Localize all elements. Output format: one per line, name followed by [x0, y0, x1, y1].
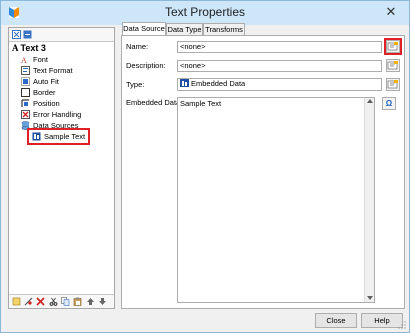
- tree-item-border[interactable]: Border: [21, 87, 56, 98]
- embedded-data-icon: [180, 79, 189, 87]
- expand-all-icon[interactable]: [12, 30, 21, 39]
- window-title: Text Properties: [164, 5, 246, 19]
- tree-item-label: Auto Fit: [33, 77, 59, 86]
- type-configure-icon: [387, 80, 398, 89]
- tree-item-data-sources[interactable]: Data Sources: [21, 120, 78, 131]
- move-down-icon[interactable]: [98, 297, 107, 306]
- embedded-data-label: Embedded Data:: [126, 98, 183, 107]
- embedded-data-textarea[interactable]: Sample Text: [177, 97, 375, 303]
- type-select[interactable]: Embedded Data: [177, 78, 382, 91]
- position-icon: [21, 99, 29, 107]
- embedded-data-text: Sample Text: [180, 99, 222, 108]
- name-browse-button[interactable]: [384, 38, 402, 55]
- delete-icon[interactable]: [36, 297, 45, 306]
- tree-item-label: Sample Text: [44, 132, 86, 141]
- text-properties-dialog: Text Properties ✕ A Text 3 A Font Text For…: [0, 0, 410, 333]
- property-tree-panel: A Text 3 A Font Text Format Auto Fit Borde…: [8, 27, 115, 309]
- options-icon[interactable]: [24, 297, 33, 306]
- cut-icon[interactable]: [49, 297, 58, 306]
- data-source-item-icon: [32, 132, 41, 141]
- insert-special-character-button[interactable]: Ω: [382, 97, 396, 110]
- tab-transforms[interactable]: Transforms: [203, 23, 245, 35]
- data-sources-icon: [21, 121, 30, 130]
- border-icon: [21, 88, 30, 97]
- description-edit-button[interactable]: [386, 59, 400, 72]
- tree-item-label: Error Handling: [33, 110, 82, 119]
- description-edit-icon: [387, 61, 398, 70]
- data-source-tab-page: Name: <none> Description: <none> Type: E…: [121, 35, 405, 309]
- tree-item-position[interactable]: Position: [21, 98, 60, 109]
- window-close-button[interactable]: ✕: [378, 3, 404, 21]
- type-configure-button[interactable]: [386, 78, 400, 91]
- tree-toolbar: [9, 28, 114, 42]
- scroll-up-icon[interactable]: [367, 99, 373, 103]
- tree-item-label: Border: [33, 88, 56, 97]
- embedded-data-scrollbar[interactable]: [364, 98, 374, 302]
- tree-item-label: Position: [33, 99, 60, 108]
- tree-item-label: Font: [33, 55, 49, 64]
- copy-icon[interactable]: [61, 297, 70, 306]
- paste-icon[interactable]: [73, 297, 82, 306]
- name-label: Name:: [126, 42, 149, 51]
- tree-item-sample-text[interactable]: Sample Text: [26, 128, 91, 145]
- tree-item-text-format[interactable]: Text Format: [21, 65, 73, 76]
- resize-grip-icon[interactable]: [398, 321, 406, 329]
- tree-item-error-handling[interactable]: Error Handling: [21, 109, 81, 120]
- tab-data-type[interactable]: Data Type: [166, 23, 203, 35]
- tree-root-text3[interactable]: A Text 3: [12, 43, 46, 54]
- type-label: Type:: [126, 80, 145, 89]
- tree-item-font[interactable]: A Font: [21, 54, 48, 65]
- tree-item-label: Text Format: [33, 66, 73, 75]
- scroll-down-icon[interactable]: [367, 296, 373, 300]
- help-button[interactable]: Help: [361, 313, 403, 328]
- close-button[interactable]: Close: [315, 313, 357, 328]
- tree-action-toolbar: [9, 294, 114, 308]
- tab-data-source[interactable]: Data Source: [122, 22, 166, 36]
- font-icon: A: [21, 56, 27, 64]
- collapse-all-icon[interactable]: [23, 30, 32, 39]
- tree-root-label: Text 3: [20, 43, 46, 53]
- name-field[interactable]: <none>: [177, 41, 382, 53]
- text-format-icon: [21, 66, 30, 75]
- svg-text:A: A: [21, 56, 27, 64]
- auto-fit-icon: [21, 77, 30, 86]
- tree-item-label: Data Sources: [33, 121, 79, 130]
- text-object-icon: A: [12, 43, 19, 53]
- type-value: Embedded Data: [191, 79, 246, 88]
- name-browse-icon: [387, 42, 398, 51]
- move-up-icon[interactable]: [86, 297, 95, 306]
- new-icon[interactable]: [12, 297, 21, 306]
- tree-item-auto-fit[interactable]: Auto Fit: [21, 76, 59, 87]
- error-handling-icon: [21, 110, 30, 119]
- description-label: Description:: [126, 61, 166, 70]
- description-field[interactable]: <none>: [177, 60, 382, 72]
- title-bar[interactable]: Text Properties ✕: [1, 1, 409, 25]
